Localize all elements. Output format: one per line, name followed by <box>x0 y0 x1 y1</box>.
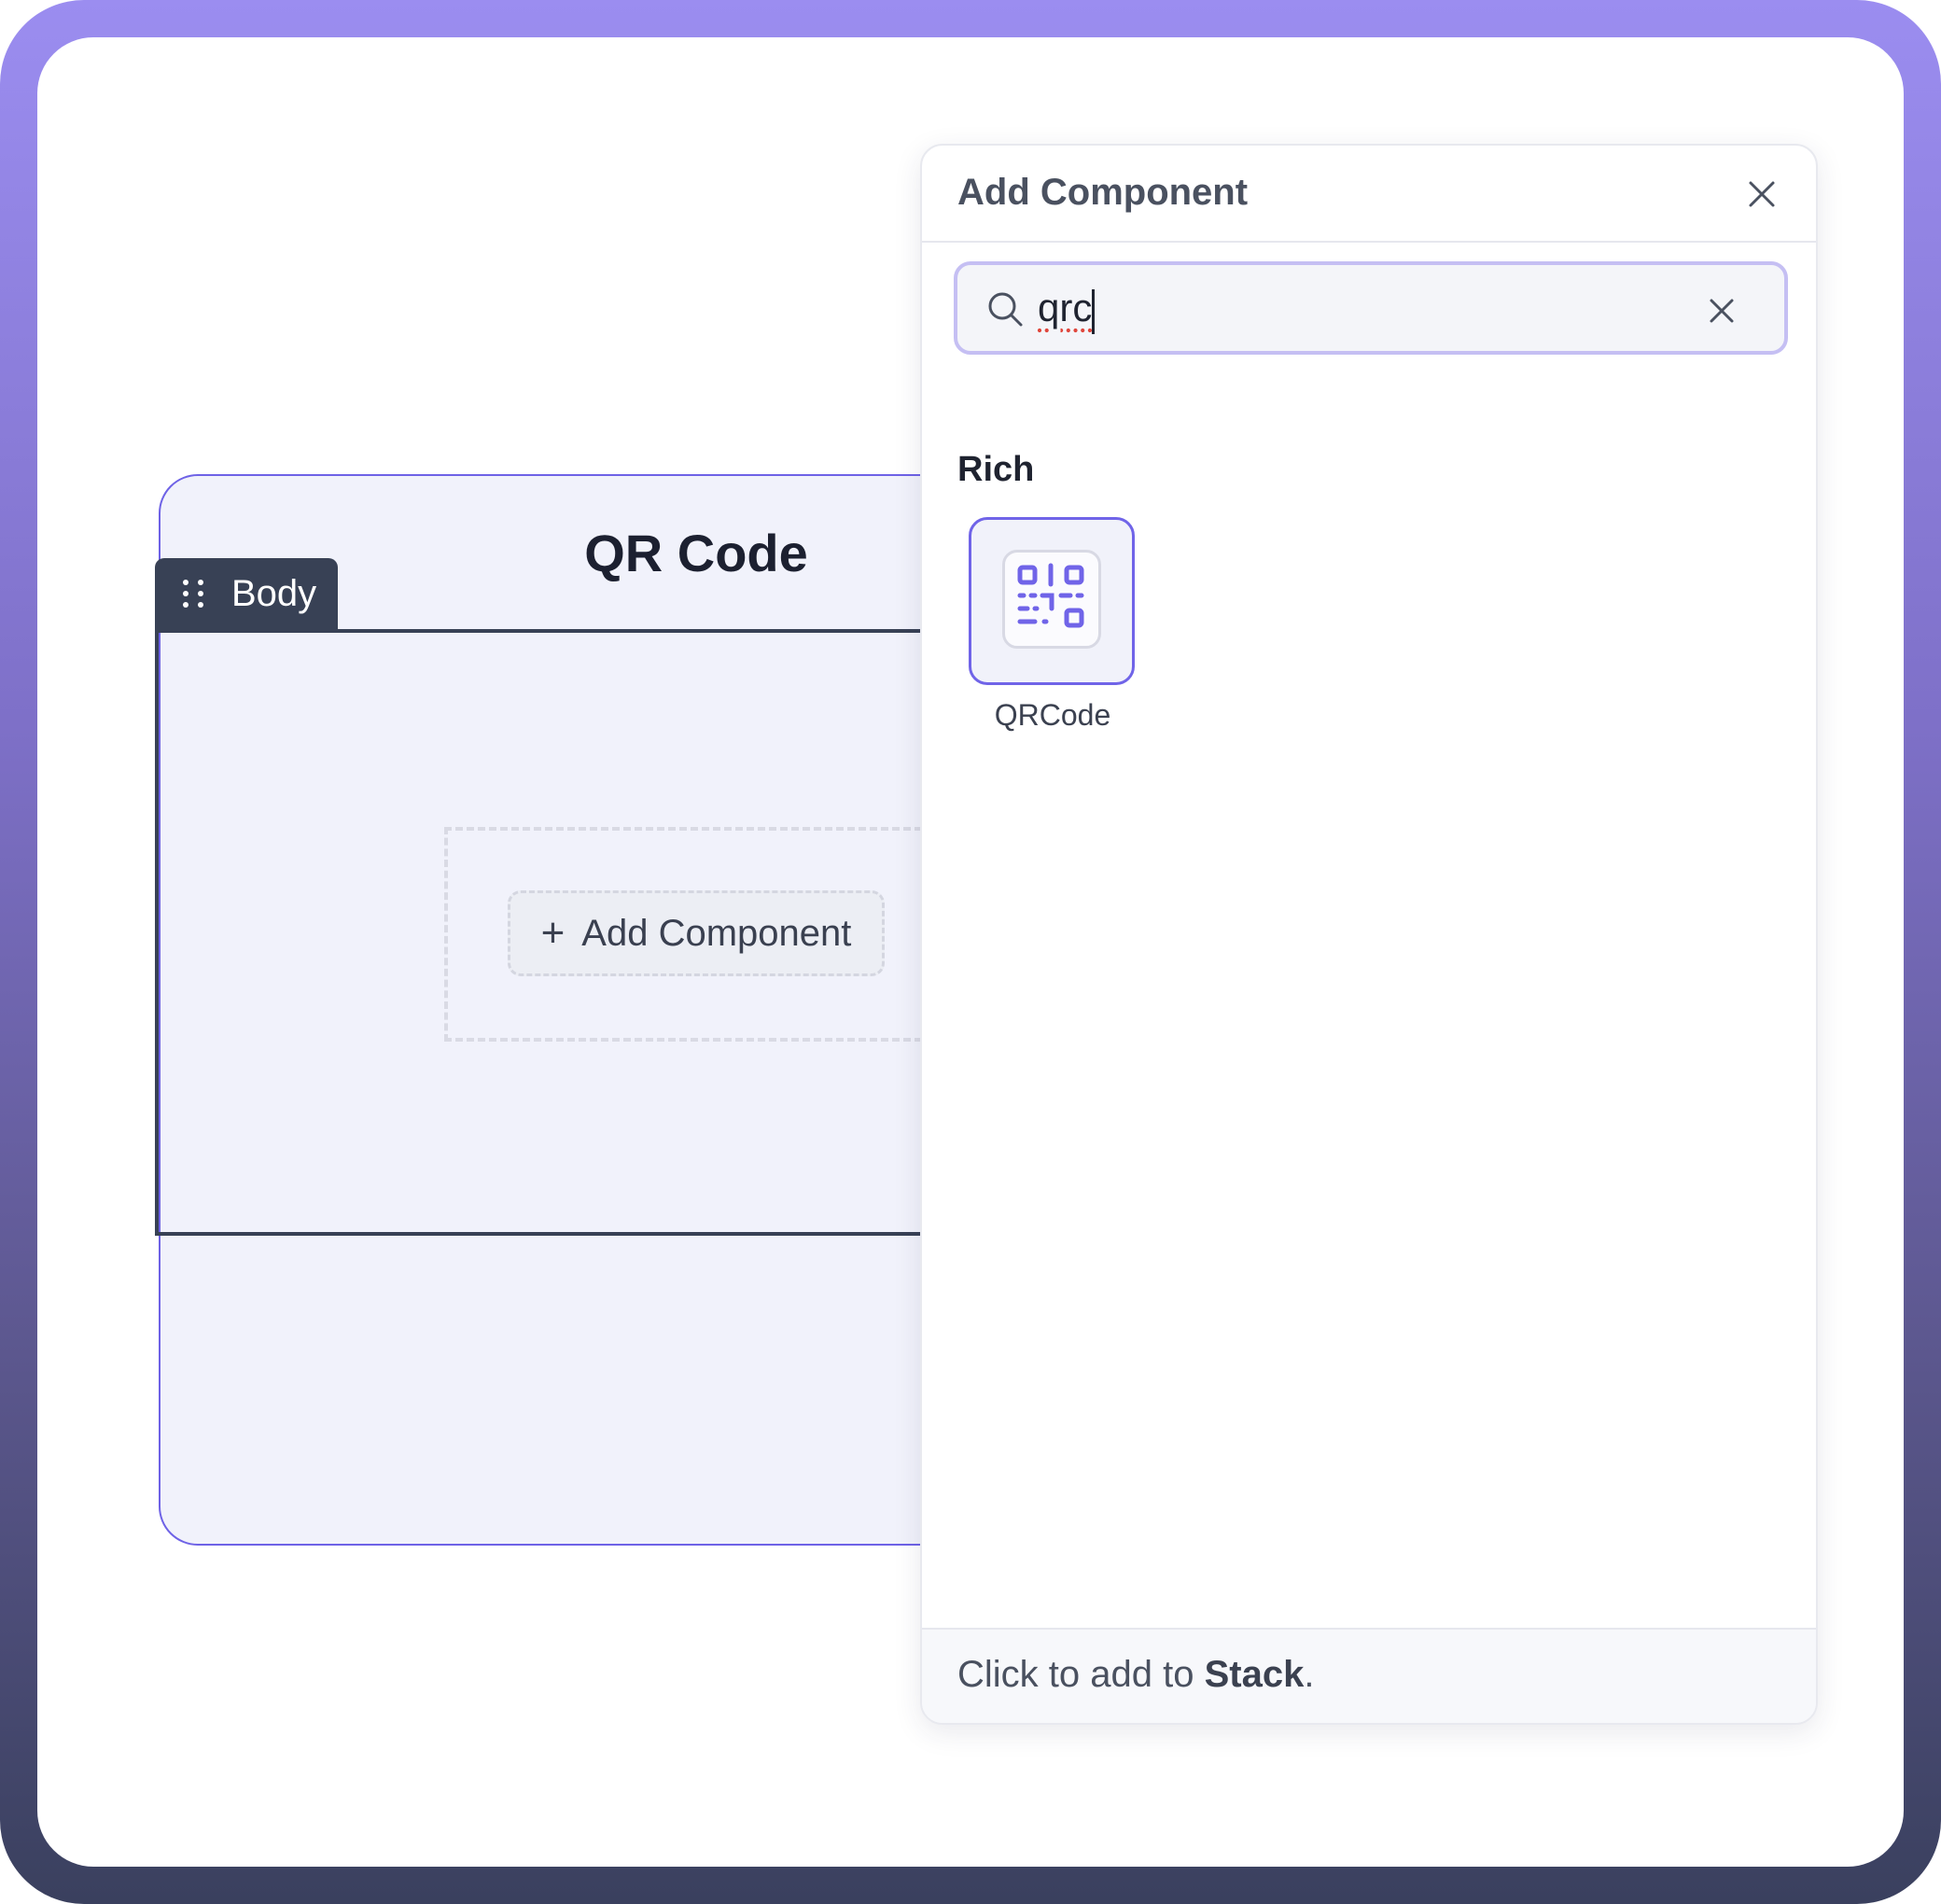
panel-footer: Click to add to Stack. <box>922 1628 1816 1723</box>
add-component-panel: Add Component qrc Rich QRCode Click to a… <box>920 144 1818 1725</box>
drag-handle-icon[interactable] <box>183 580 205 608</box>
clear-search-icon[interactable] <box>1706 295 1738 327</box>
search-icon <box>988 292 1023 327</box>
add-component-label: Add Component <box>581 912 852 954</box>
panel-title: Add Component <box>957 172 1249 213</box>
component-tile-qrcode[interactable] <box>969 517 1135 685</box>
plus-icon: + <box>540 910 566 956</box>
footer-suffix: . <box>1304 1654 1315 1695</box>
panel-header: Add Component <box>922 146 1816 243</box>
search-input[interactable]: qrc <box>1038 286 1092 330</box>
search-field[interactable]: qrc <box>954 261 1788 355</box>
body-tab[interactable]: Body <box>155 558 338 629</box>
body-tab-label: Body <box>231 572 317 614</box>
editor-canvas: QR Code Body + Add Component Add Compone… <box>37 37 1904 1867</box>
close-icon[interactable] <box>1743 175 1780 213</box>
add-component-button[interactable]: + Add Component <box>508 890 885 976</box>
footer-prefix: Click to add to <box>957 1654 1205 1695</box>
text-caret <box>1092 289 1095 334</box>
window-frame: QR Code Body + Add Component Add Compone… <box>0 0 1941 1904</box>
section-label-rich: Rich <box>957 450 1035 489</box>
component-tile-label: QRCode <box>994 698 1111 732</box>
footer-hint: Click to add to Stack. <box>957 1654 1314 1696</box>
qr-code-icon <box>1002 550 1101 649</box>
footer-target: Stack <box>1204 1654 1305 1695</box>
